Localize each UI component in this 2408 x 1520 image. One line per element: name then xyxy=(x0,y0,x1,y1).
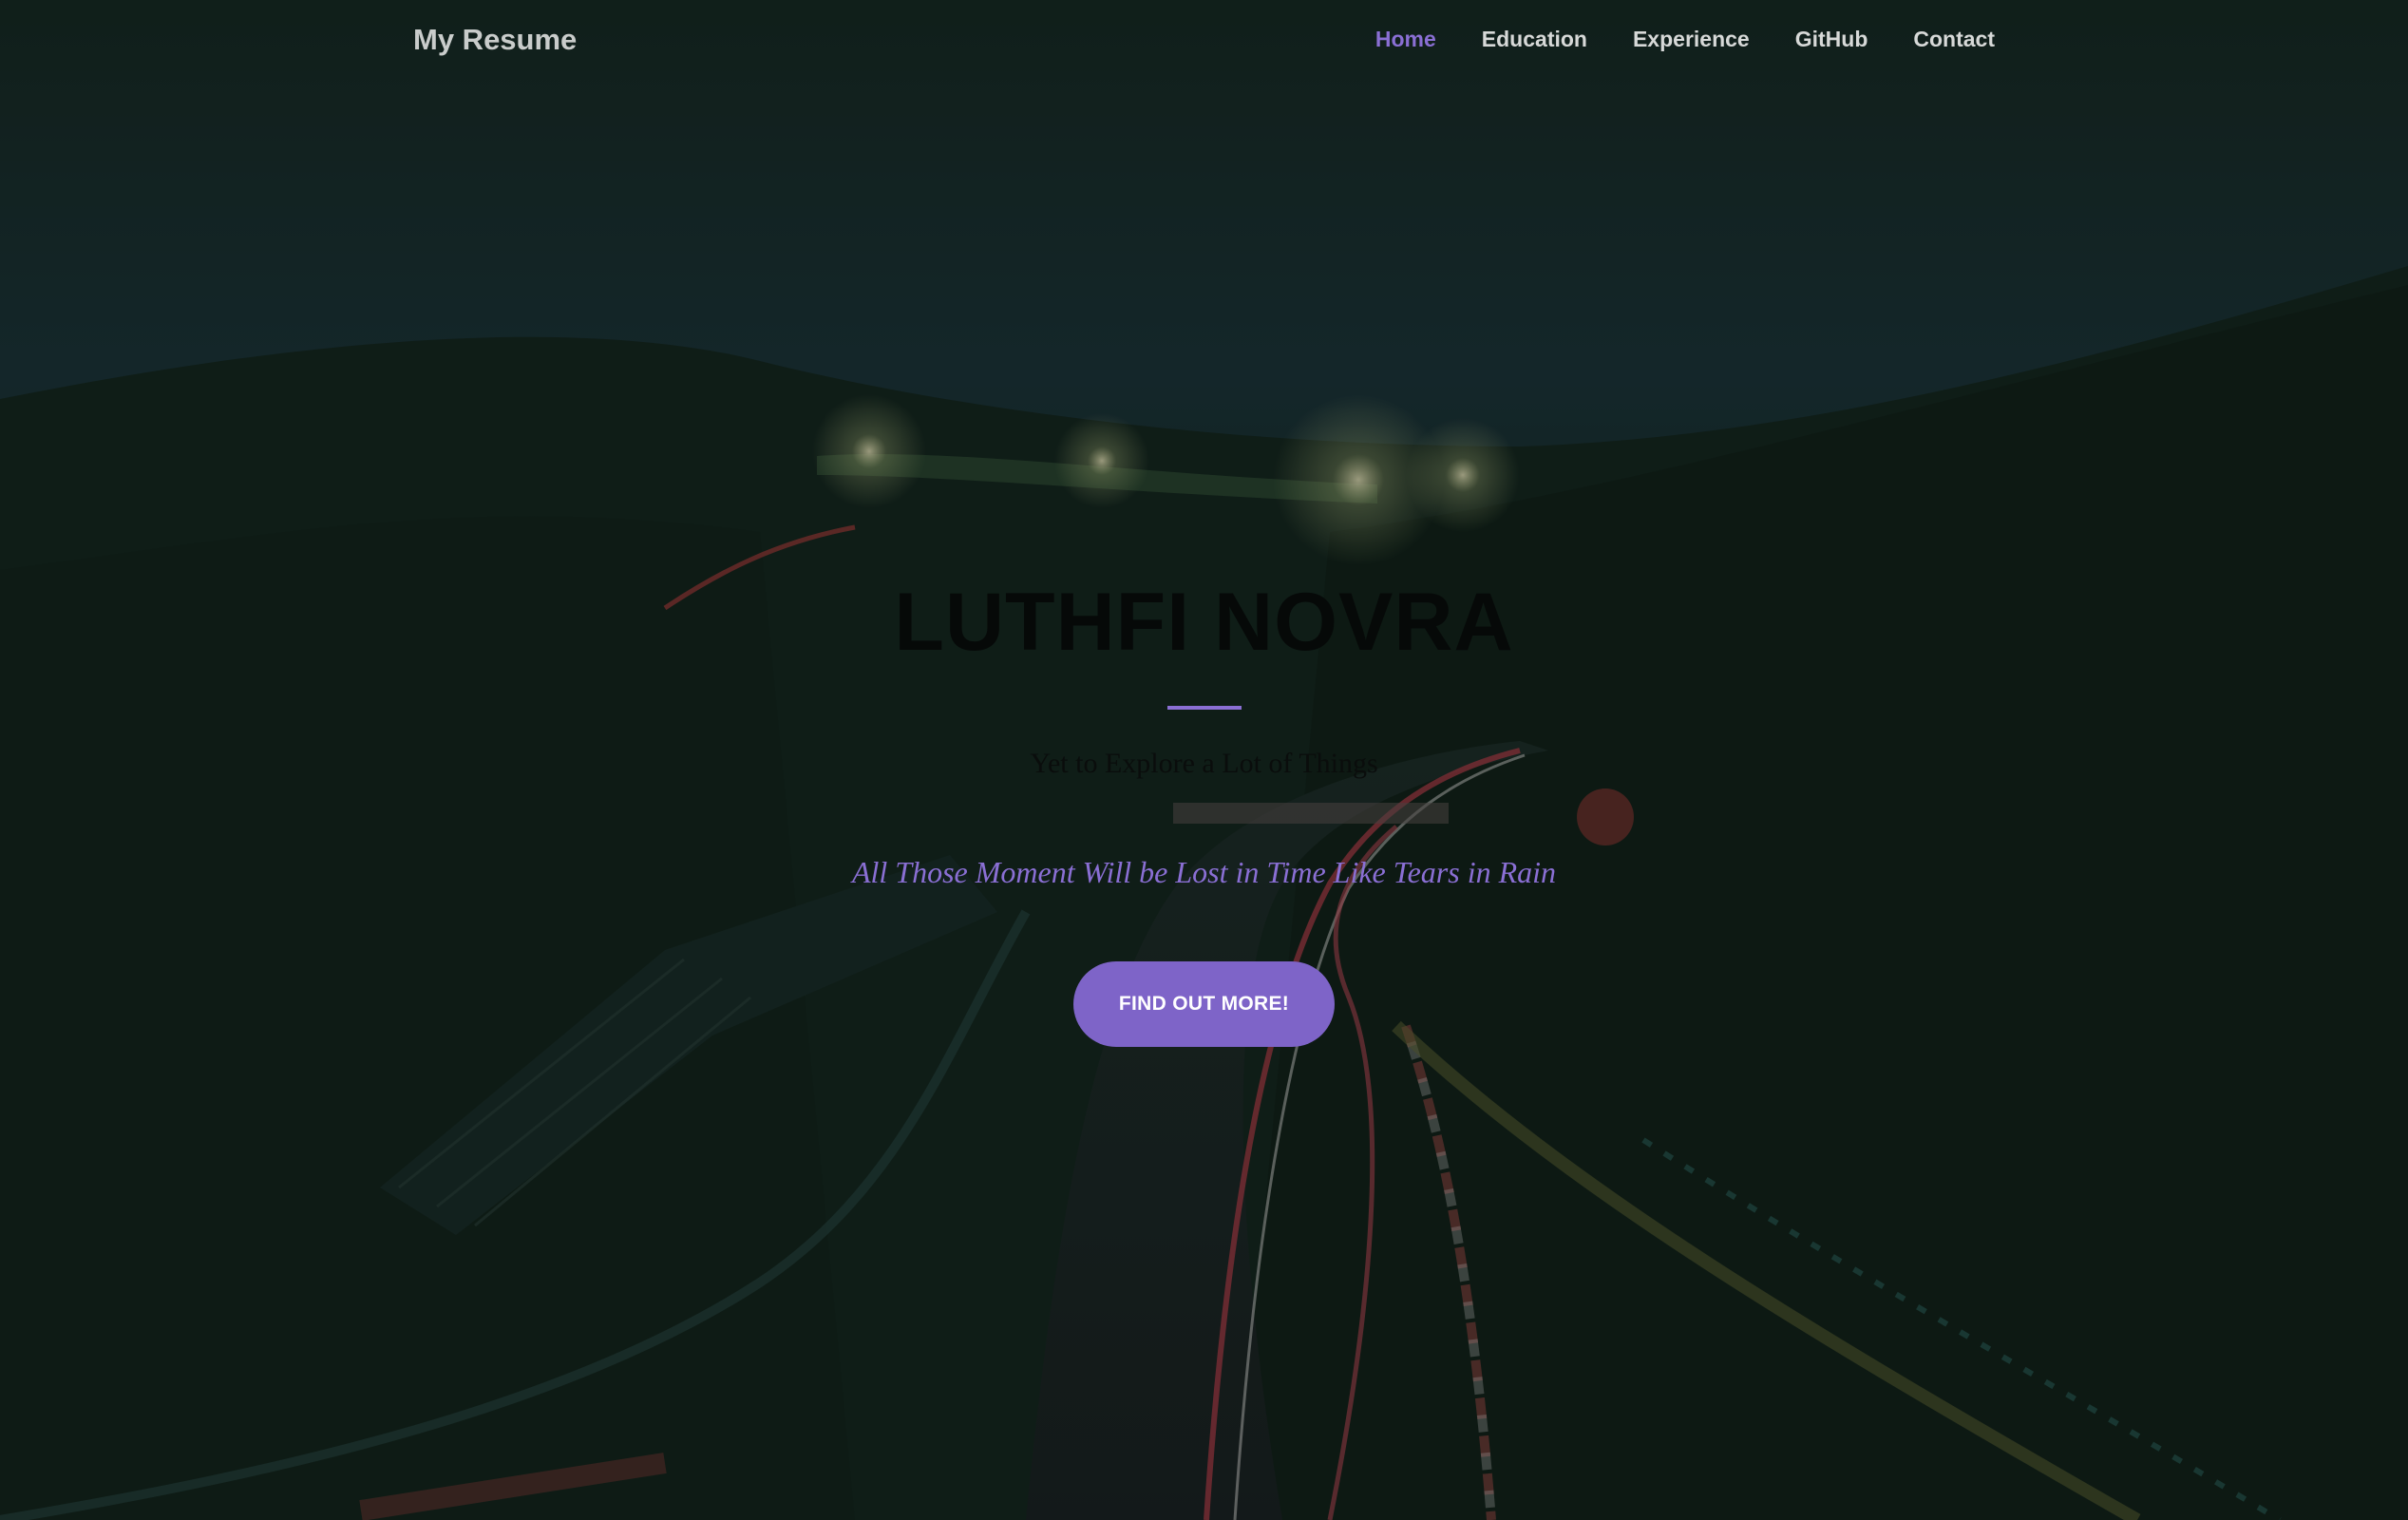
hero-title: LUTHFI NOVRA xyxy=(894,577,1514,668)
hero-subtitle: Yet to Explore a Lot of Things xyxy=(1030,748,1378,779)
hero-quote: All Those Moment Will be Lost in Time Li… xyxy=(851,855,1557,889)
hero-divider xyxy=(1167,706,1242,710)
find-out-more-button[interactable]: Find Out More! xyxy=(1073,961,1335,1047)
hero-section: LUTHFI NOVRA Yet to Explore a Lot of Thi… xyxy=(0,0,2408,1520)
